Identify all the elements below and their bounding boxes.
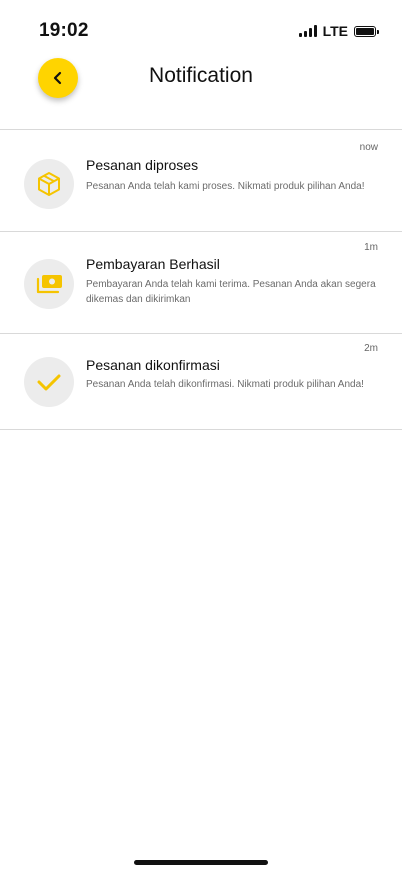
signal-icon <box>298 25 317 37</box>
notification-time: now <box>359 142 378 153</box>
home-indicator[interactable] <box>134 860 268 865</box>
money-icon <box>36 275 62 294</box>
notification-title: Pesanan diproses <box>86 157 199 173</box>
notification-title: Pembayaran Berhasil <box>86 256 220 272</box>
checkmark-icon <box>37 374 61 391</box>
notification-item[interactable]: Pesanan diproses Pesanan Anda telah kami… <box>0 129 402 231</box>
status-time: 19:02 <box>39 20 89 41</box>
notification-item[interactable]: Pembayaran Berhasil Pembayaran Anda tela… <box>0 231 402 333</box>
status-bar: 19:02 LTE <box>0 0 402 60</box>
status-indicators: LTE <box>298 23 379 39</box>
notification-item[interactable]: Pesanan dikonfirmasi Pesanan Anda telah … <box>0 333 402 430</box>
notification-icon-container <box>24 159 74 209</box>
network-label: LTE <box>322 23 348 39</box>
battery-icon <box>354 25 379 37</box>
notification-time: 1m <box>364 242 378 253</box>
notification-icon-container <box>24 259 74 309</box>
notification-body: Pembayaran Anda telah kami terima. Pesan… <box>86 279 376 305</box>
package-icon <box>38 172 60 196</box>
notification-list: Pesanan diproses Pesanan Anda telah kami… <box>0 129 402 430</box>
notification-time: 2m <box>364 343 378 354</box>
notification-icon-container <box>24 357 74 407</box>
notification-title: Pesanan dikonfirmasi <box>86 357 220 373</box>
notification-body: Pesanan Anda telah kami proses. Nikmati … <box>86 181 365 192</box>
notification-body: Pesanan Anda telah dikonfirmasi. Nikmati… <box>86 379 364 390</box>
page-title: Notification <box>149 64 253 87</box>
